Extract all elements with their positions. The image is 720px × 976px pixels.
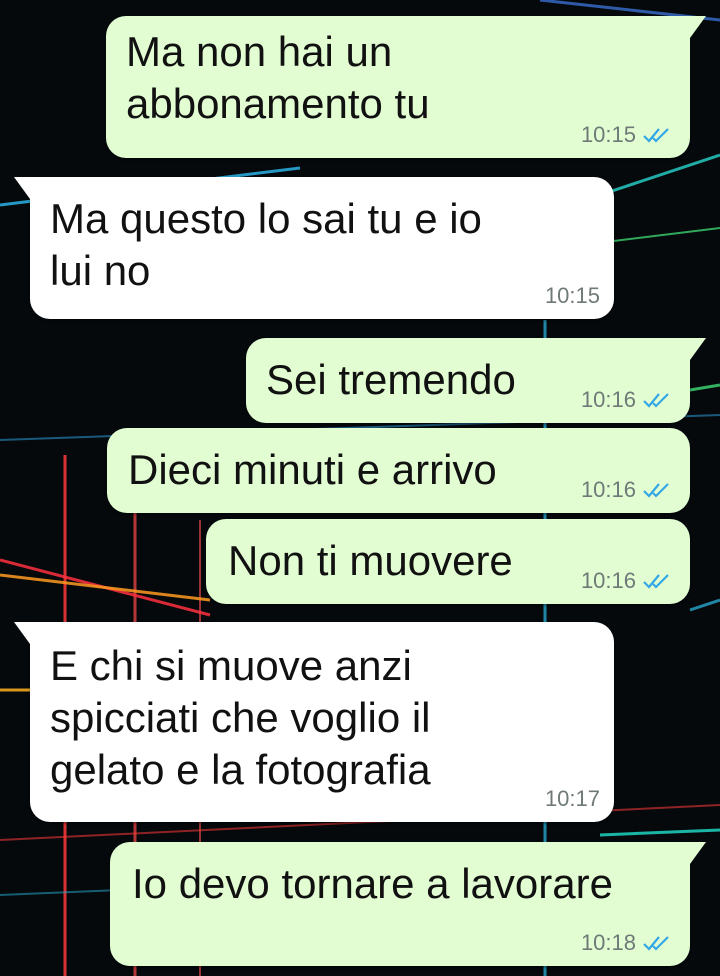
- message-time: 10:15: [580, 122, 636, 147]
- read-double-check-icon: [643, 393, 669, 408]
- message-text: Io devo tornare a lavorare: [132, 860, 613, 907]
- message-meta: 10:16: [581, 568, 672, 594]
- message-time: 10:16: [580, 387, 636, 412]
- message-meta: 10:16: [581, 387, 672, 413]
- bubble-tail: [14, 177, 30, 199]
- bubble-tail: [690, 842, 706, 864]
- message-time: 10:16: [580, 568, 636, 593]
- message-bubble-outgoing[interactable]: Io devo tornare a lavorare 10:18: [110, 842, 706, 966]
- message-bubble-outgoing[interactable]: Sei tremendo 10:16: [246, 338, 706, 423]
- message-bubble-incoming[interactable]: Ma questo lo sai tu e io lui no 10:15: [14, 177, 614, 319]
- message-text: Dieci minuti e arrivo: [128, 446, 497, 493]
- message-time: 10:16: [580, 477, 636, 502]
- message-text: Sei tremendo: [266, 356, 516, 403]
- message-bubble-outgoing[interactable]: Non ti muovere 10:16: [206, 519, 690, 604]
- message-bubble-incoming[interactable]: E chi si muove anzi spicciati che voglio…: [14, 622, 614, 822]
- bubble-tail: [14, 622, 30, 644]
- message-time: 10:18: [580, 930, 636, 955]
- message-meta: 10:15: [581, 122, 672, 148]
- read-double-check-icon: [643, 128, 669, 143]
- read-double-check-icon: [643, 936, 669, 951]
- bubble-tail: [690, 338, 706, 360]
- message-text: Ma questo lo sai tu e io lui no: [50, 195, 482, 294]
- message-text: E chi si muove anzi spicciati che voglio…: [50, 642, 431, 793]
- message-time: 10:17: [544, 786, 600, 811]
- message-text: Ma non hai un abbonamento tu: [126, 28, 430, 127]
- message-meta: 10:16: [581, 477, 672, 503]
- message-text: Non ti muovere: [228, 537, 513, 584]
- message-bubble-outgoing[interactable]: Dieci minuti e arrivo 10:16: [107, 428, 690, 513]
- read-double-check-icon: [643, 483, 669, 498]
- message-meta: 10:15: [545, 283, 600, 309]
- message-time: 10:15: [544, 283, 600, 308]
- bubble-tail: [690, 16, 706, 38]
- message-meta: 10:18: [581, 930, 672, 956]
- message-bubble-outgoing[interactable]: Ma non hai un abbonamento tu 10:15: [106, 16, 706, 158]
- read-double-check-icon: [643, 574, 669, 589]
- message-meta: 10:17: [545, 786, 600, 812]
